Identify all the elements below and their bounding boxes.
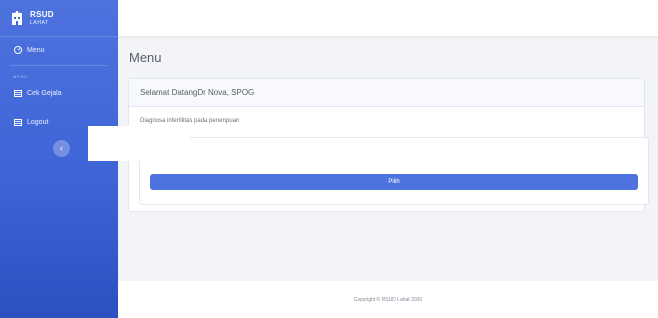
table-icon bbox=[13, 118, 22, 127]
diagnosis-title: Diagnosa infertilitas pada perempuan bbox=[140, 118, 240, 124]
diagnosis-form: Pilih bbox=[139, 137, 649, 205]
copyright-text: Copyright © RSUD Lahat 2020 bbox=[353, 296, 423, 303]
page-title: Menu bbox=[129, 50, 162, 65]
welcome-card: Selamat DatangDr Nova, SPOG Diagnosa inf… bbox=[128, 78, 649, 212]
sidebar-item-menu[interactable]: Menu bbox=[0, 39, 118, 61]
card-header: Selamat DatangDr Nova, SPOG bbox=[129, 79, 644, 107]
redacted-overlay bbox=[88, 126, 190, 161]
sidebar-item-cek-gejala[interactable]: Cek Gejala bbox=[0, 82, 118, 104]
brand-subtitle: LAHAT bbox=[30, 19, 49, 26]
hospital-logo-icon bbox=[10, 10, 24, 26]
topbar bbox=[118, 0, 658, 36]
sidebar-heading: MENU bbox=[13, 74, 28, 79]
dashboard-icon bbox=[13, 46, 22, 55]
sidebar-item-label: Cek Gejala bbox=[27, 89, 62, 97]
brand-title: RSUD bbox=[30, 9, 54, 19]
main-content: Menu Selamat DatangDr Nova, SPOG Diagnos… bbox=[118, 36, 658, 212]
sidebar-divider bbox=[10, 65, 108, 66]
chevron-left-icon: ‹ bbox=[60, 143, 63, 153]
sidebar-toggle-button[interactable]: ‹ bbox=[53, 140, 70, 157]
table-icon bbox=[13, 89, 22, 98]
sidebar-item-label: Logout bbox=[27, 118, 49, 126]
brand[interactable]: RSUD LAHAT bbox=[0, 0, 118, 37]
sidebar-item-label: Menu bbox=[27, 46, 45, 54]
footer: Copyright © RSUD Lahat 2020 bbox=[118, 281, 658, 318]
pilih-button[interactable]: Pilih bbox=[150, 174, 638, 190]
